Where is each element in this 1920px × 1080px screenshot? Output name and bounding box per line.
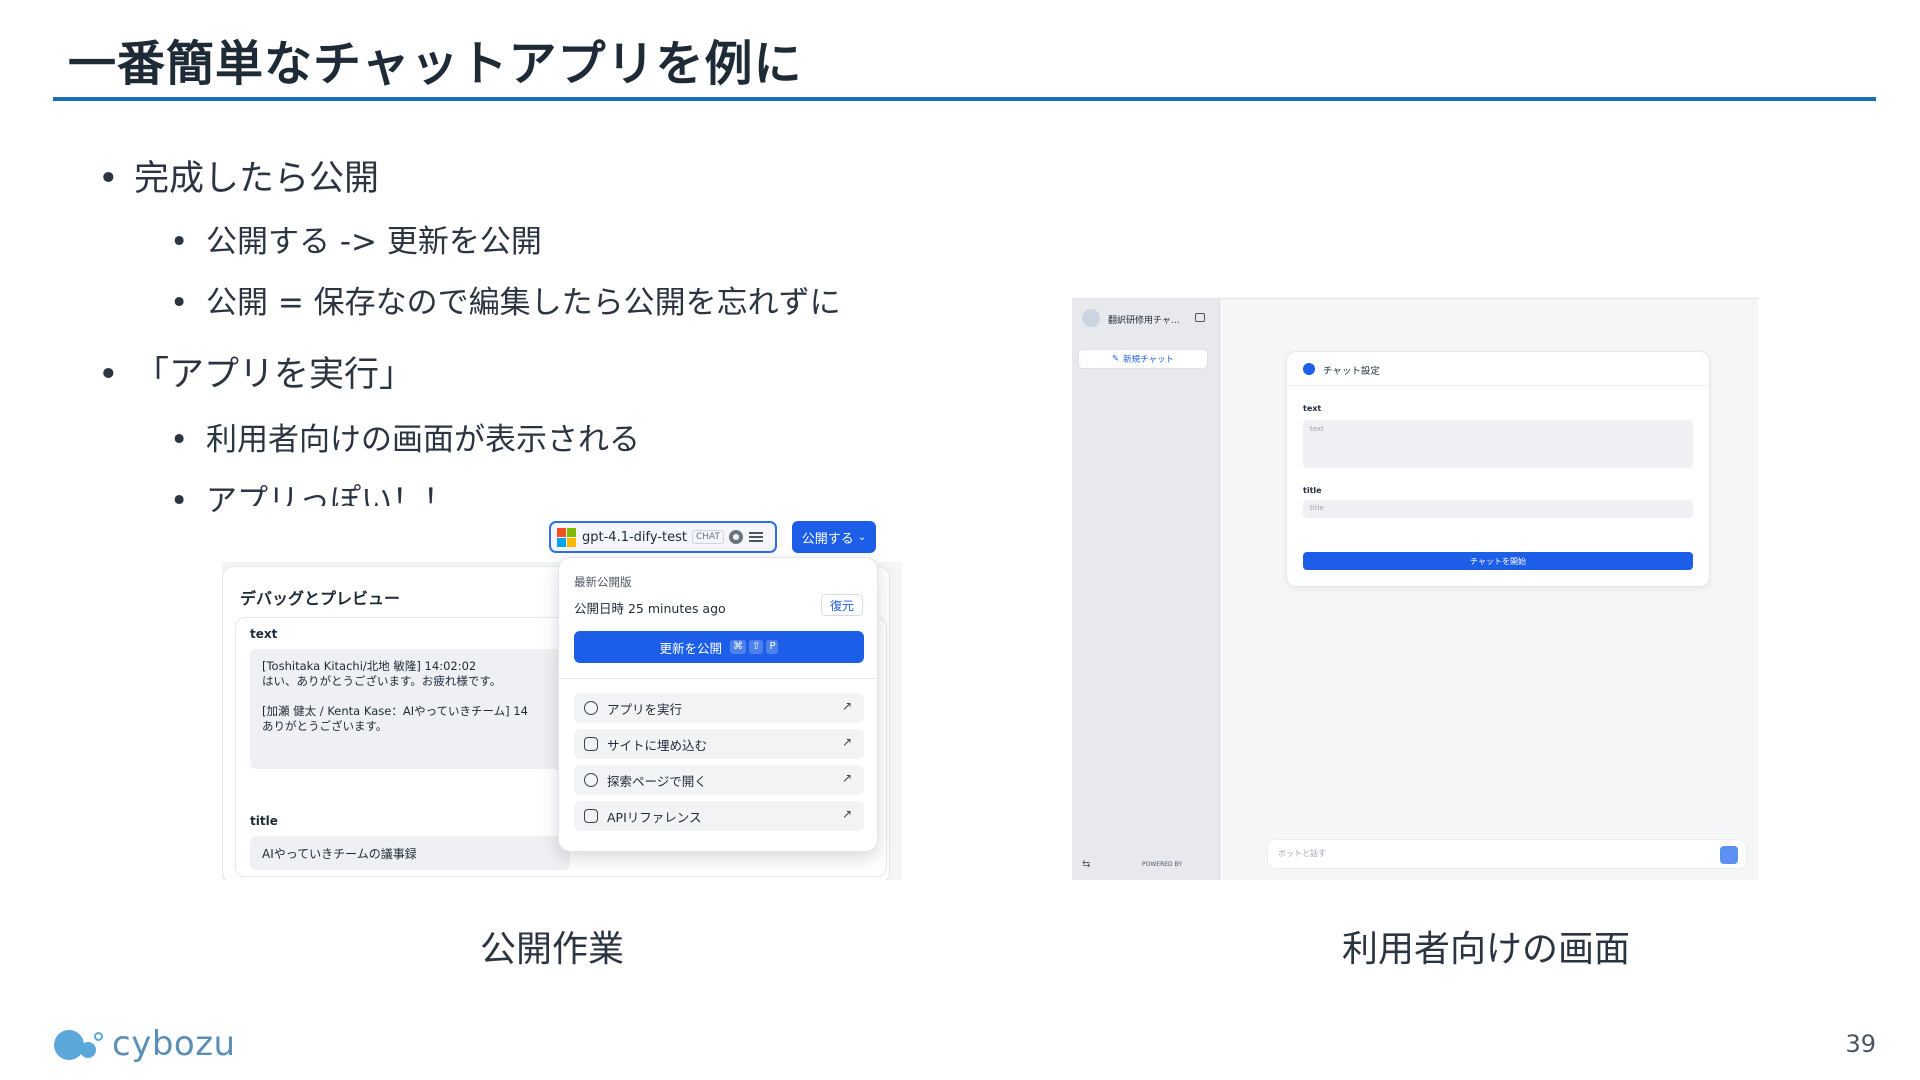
eye-icon[interactable] (729, 530, 744, 544)
cybozu-logo: cybozu (54, 1024, 236, 1064)
send-icon[interactable] (1720, 846, 1738, 864)
shortcut-key: P (766, 640, 779, 654)
publish-update-button[interactable]: 更新を公開 ⌘ ⇧ P (574, 631, 864, 663)
text-field[interactable]: text (1303, 420, 1693, 468)
dropdown-divider (559, 678, 877, 679)
bullet-item: • 完成したら公開 (98, 159, 380, 199)
text-field-label: text (1303, 404, 1322, 413)
microsoft-logo-icon (557, 527, 576, 547)
bullet-item: • 利用者向けの画面が表示される (170, 422, 640, 458)
swap-icon[interactable]: ⇆ (1082, 859, 1090, 870)
user-screen-screenshot: 翻訳研修用チャ… ✎ 新規チャット ⇆ POWERED BY チャット設定 tex… (1072, 298, 1758, 880)
logo-text: cybozu (112, 1024, 236, 1064)
external-link-icon: ↗ (841, 807, 852, 821)
shortcut-key: ⇧ (749, 640, 764, 654)
external-link-icon: ↗ (841, 735, 852, 749)
slide-title: 一番簡単なチャットアプリを例に (68, 36, 803, 92)
api-reference-item[interactable]: APIリファレンス ↗ (574, 801, 864, 831)
play-icon (584, 701, 598, 715)
caption-publish: 公開作業 (480, 929, 625, 970)
bullet-item: • 「アプリを実行」 (98, 355, 415, 395)
model-name: gpt-4.1-dify-test (582, 529, 687, 545)
run-app-item[interactable]: アプリを実行 ↗ (574, 693, 864, 723)
caption-user-screen: 利用者向けの画面 (1342, 929, 1631, 970)
latest-version-label: 最新公開版 (574, 575, 632, 589)
explore-page-item[interactable]: 探索ページで開く ↗ (574, 765, 864, 795)
external-link-icon: ↗ (841, 771, 852, 785)
debug-panel-title: デバッグとプレビュー (240, 589, 401, 608)
model-selector[interactable]: gpt-4.1-dify-test CHAT (549, 521, 777, 553)
app-avatar (1082, 309, 1100, 327)
terminal-icon (584, 809, 598, 823)
model-type-badge: CHAT (692, 530, 725, 544)
settings-sliders-icon[interactable] (749, 531, 764, 543)
powered-by: POWERED BY (1142, 861, 1183, 868)
bullet-item: • 公開する -> 更新を公開 (170, 224, 542, 260)
title-field[interactable]: AIやっていきチームの議事録 (250, 836, 570, 870)
cybozu-logo-icon (54, 1024, 110, 1064)
shortcut-key: ⌘ (730, 640, 747, 654)
chat-input[interactable]: ボットと話す (1267, 839, 1747, 869)
title-field-label: title (1303, 486, 1322, 495)
app-toolbar: gpt-4.1-dify-test CHAT 公開する ⌄ (222, 506, 902, 562)
card-title: チャット設定 (1323, 366, 1380, 377)
text-field-label: text (250, 627, 278, 641)
page-number: 39 (1845, 1030, 1876, 1058)
published-time: 公開日時 25 minutes ago (574, 601, 726, 616)
restore-button[interactable]: 復元 (821, 594, 863, 616)
explore-icon (584, 773, 598, 787)
settings-icon (1303, 363, 1315, 375)
title-field[interactable]: title (1303, 500, 1693, 518)
bullet-item: • 公開 = 保存なので編集したら公開を忘れずに (170, 285, 841, 321)
embed-icon (584, 737, 598, 751)
new-chat-button[interactable]: ✎ 新規チャット (1078, 349, 1208, 369)
edit-icon: ✎ (1111, 354, 1120, 364)
app-name: 翻訳研修用チャ… (1108, 316, 1180, 326)
chevron-down-icon: ⌄ (857, 531, 867, 543)
publish-button[interactable]: 公開する ⌄ (792, 521, 876, 553)
title-divider (53, 97, 1876, 101)
start-chat-button[interactable]: チャットを開始 (1303, 552, 1693, 570)
publish-dropdown: 最新公開版 公開日時 25 minutes ago 復元 更新を公開 ⌘ ⇧ P… (558, 557, 878, 852)
text-field[interactable]: [Toshitaka Kitachi/北地 敏隆] 14:02:02 はい、あり… (250, 649, 570, 769)
card-header: チャット設定 (1287, 352, 1709, 386)
external-link-icon: ↗ (841, 699, 852, 713)
embed-site-item[interactable]: サイトに埋め込む ↗ (574, 729, 864, 759)
sidebar-collapse-icon[interactable] (1195, 313, 1205, 322)
title-field-label: title (250, 814, 278, 828)
chat-sidebar: 翻訳研修用チャ… ✎ 新規チャット ⇆ POWERED BY (1072, 299, 1220, 880)
chat-settings-card: チャット設定 text text title title チャットを開始 (1286, 351, 1710, 587)
